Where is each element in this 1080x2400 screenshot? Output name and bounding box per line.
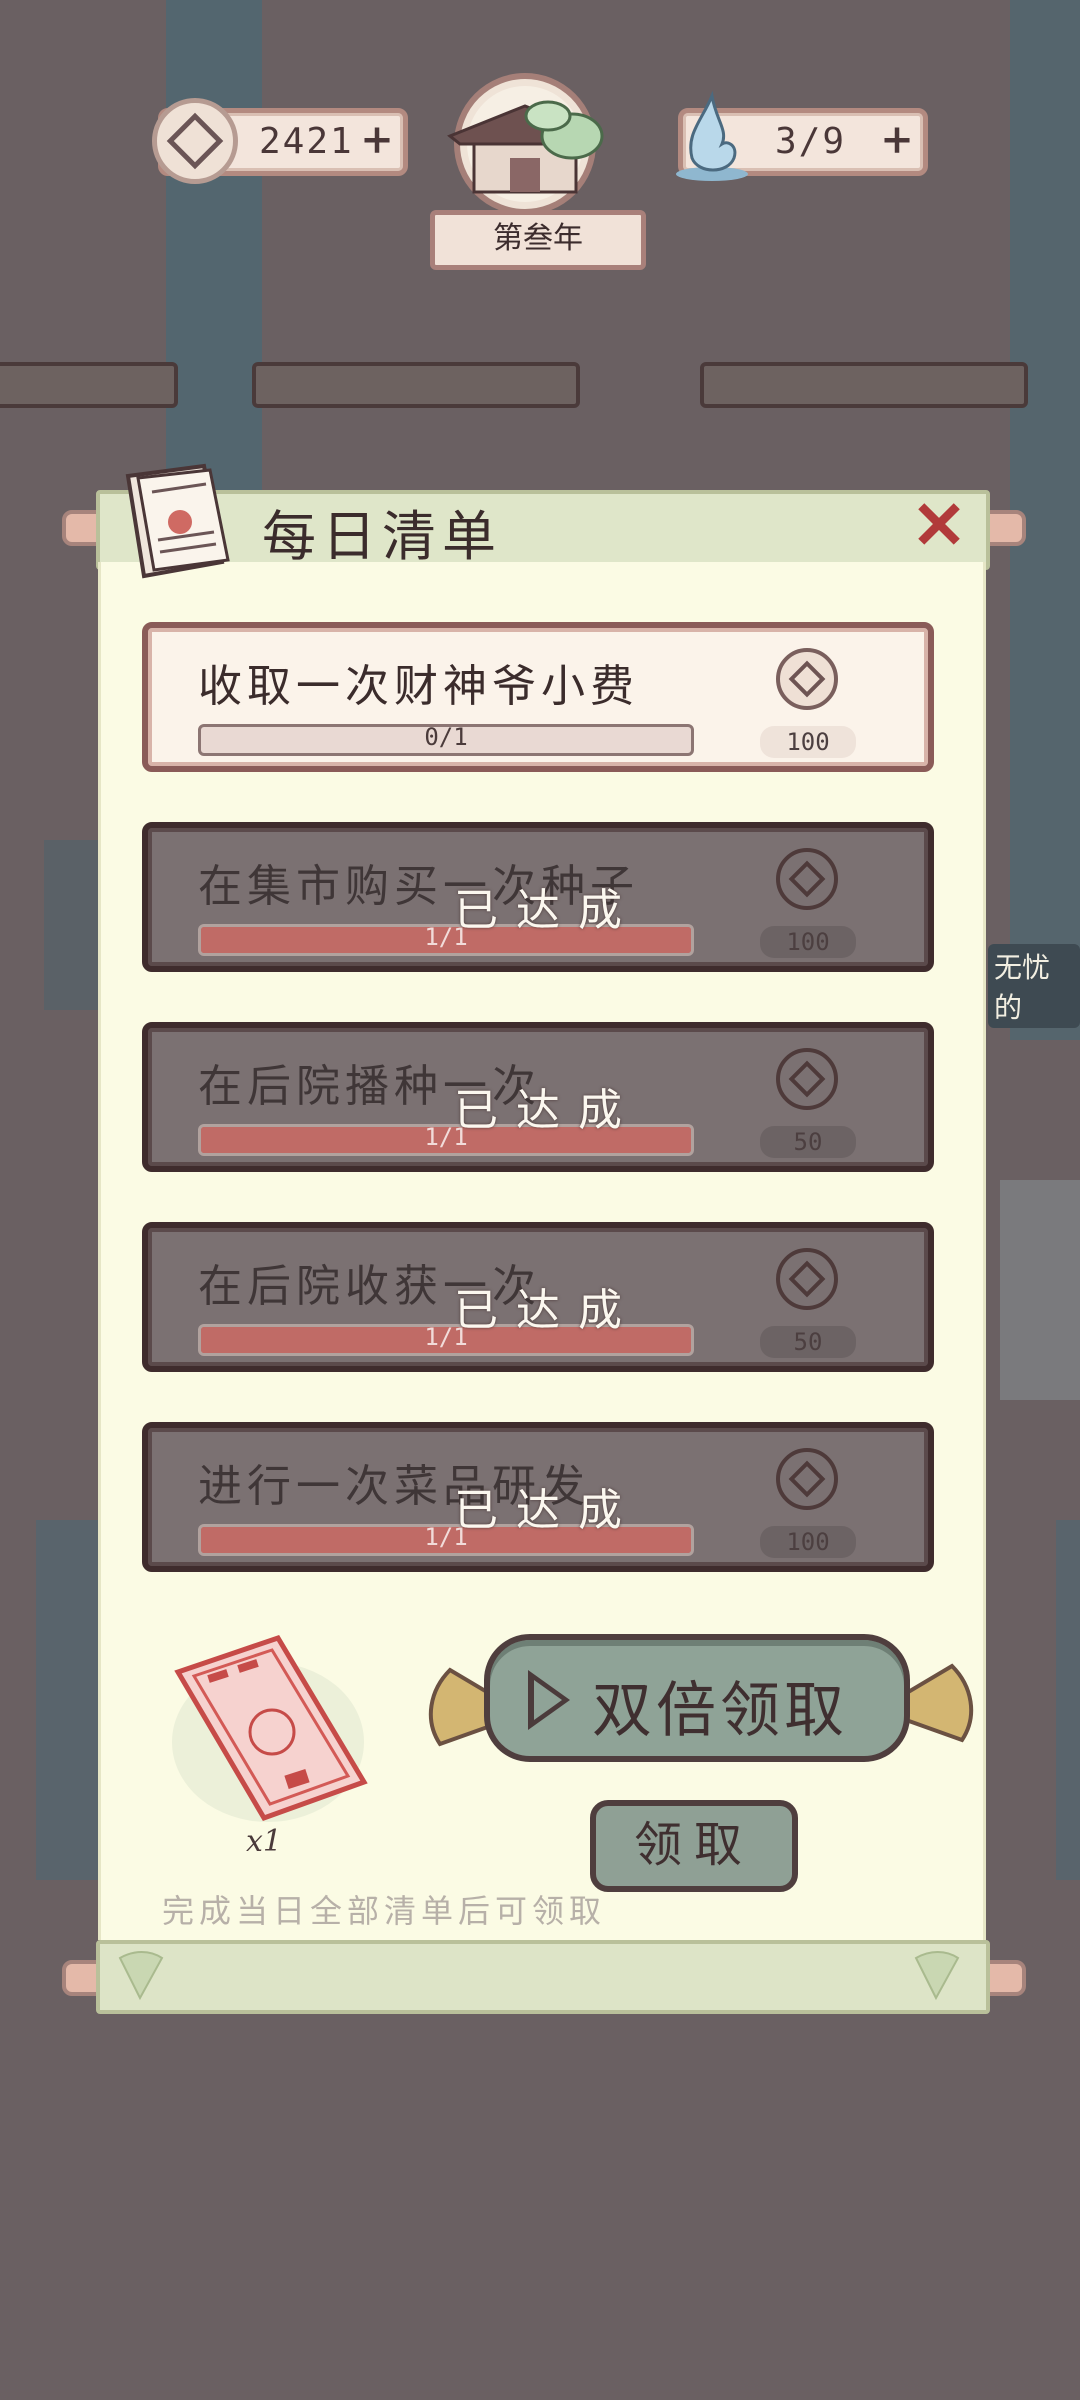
task-reward: 100 [760, 926, 856, 958]
shelf-left [0, 362, 178, 408]
cabinet-right [1000, 1180, 1080, 1400]
coin-reward-icon [776, 648, 838, 710]
coin-icon [152, 98, 238, 184]
add-spirit-icon[interactable]: + [879, 120, 915, 160]
add-coins-icon[interactable]: + [359, 120, 395, 160]
year-label: 第叁年 [430, 210, 646, 270]
shelf-center-left [252, 362, 580, 408]
screen-right [1056, 1520, 1080, 1880]
ginkgo-decoration-icon [906, 1944, 966, 2004]
pillar-left [166, 0, 262, 500]
task-reward: 50 [760, 1326, 856, 1358]
double-claim-button[interactable]: 双倍领取 [484, 1634, 910, 1762]
ticket-count: x1 [246, 1824, 283, 1859]
task-reward: 100 [760, 726, 856, 758]
task-progress-bar: 0/1 [198, 724, 694, 756]
panel-title: 每日清单 [262, 505, 502, 568]
coin-reward-icon [776, 1248, 838, 1310]
task-card: 在集市购买一次种子 1/1 已达成 100 [142, 822, 934, 972]
coin-reward-icon [776, 1448, 838, 1510]
spirit-flame-icon [672, 90, 752, 182]
task-card: 在后院播种一次 1/1 已达成 50 [142, 1022, 934, 1172]
claim-hint: 完成当日全部清单后可领取 [162, 1892, 607, 1930]
claim-button[interactable]: 领取 [590, 1800, 798, 1892]
coin-reward-icon [776, 848, 838, 910]
task-name: 收取一次财神爷小费 [198, 661, 639, 712]
recipe-ticket-icon [168, 1632, 368, 1832]
checklist-book-icon [118, 462, 246, 582]
shelf-center-right [700, 362, 1028, 408]
task-progress-text: 0/1 [424, 724, 468, 751]
ginkgo-decoration-icon [110, 1944, 170, 2004]
coin-count: 2421 [259, 121, 354, 162]
double-claim-label: 双倍领取 [592, 1676, 848, 1746]
task-card: 在后院收获一次 1/1 已达成 50 [142, 1222, 934, 1372]
completed-stamp: 已达成 [454, 1085, 640, 1136]
task-reward: 100 [760, 1526, 856, 1558]
completed-stamp: 已达成 [454, 885, 640, 936]
coin-reward-icon [776, 1048, 838, 1110]
task-card: 进行一次菜品研发 1/1 已达成 100 [142, 1422, 934, 1572]
side-label: 无忧的 [988, 944, 1080, 1028]
completed-stamp: 已达成 [454, 1285, 640, 1336]
spirit-count: 3/9 [775, 121, 847, 162]
house-emblem [430, 66, 620, 216]
screen-left [36, 1520, 98, 1880]
completed-stamp: 已达成 [454, 1485, 640, 1536]
close-button[interactable]: ✕ [908, 492, 970, 558]
cabinet-left [44, 840, 98, 1010]
panel-footer [96, 1940, 990, 2014]
task-reward: 50 [760, 1126, 856, 1158]
task-card: 收取一次财神爷小费 0/1 100 [142, 622, 934, 772]
